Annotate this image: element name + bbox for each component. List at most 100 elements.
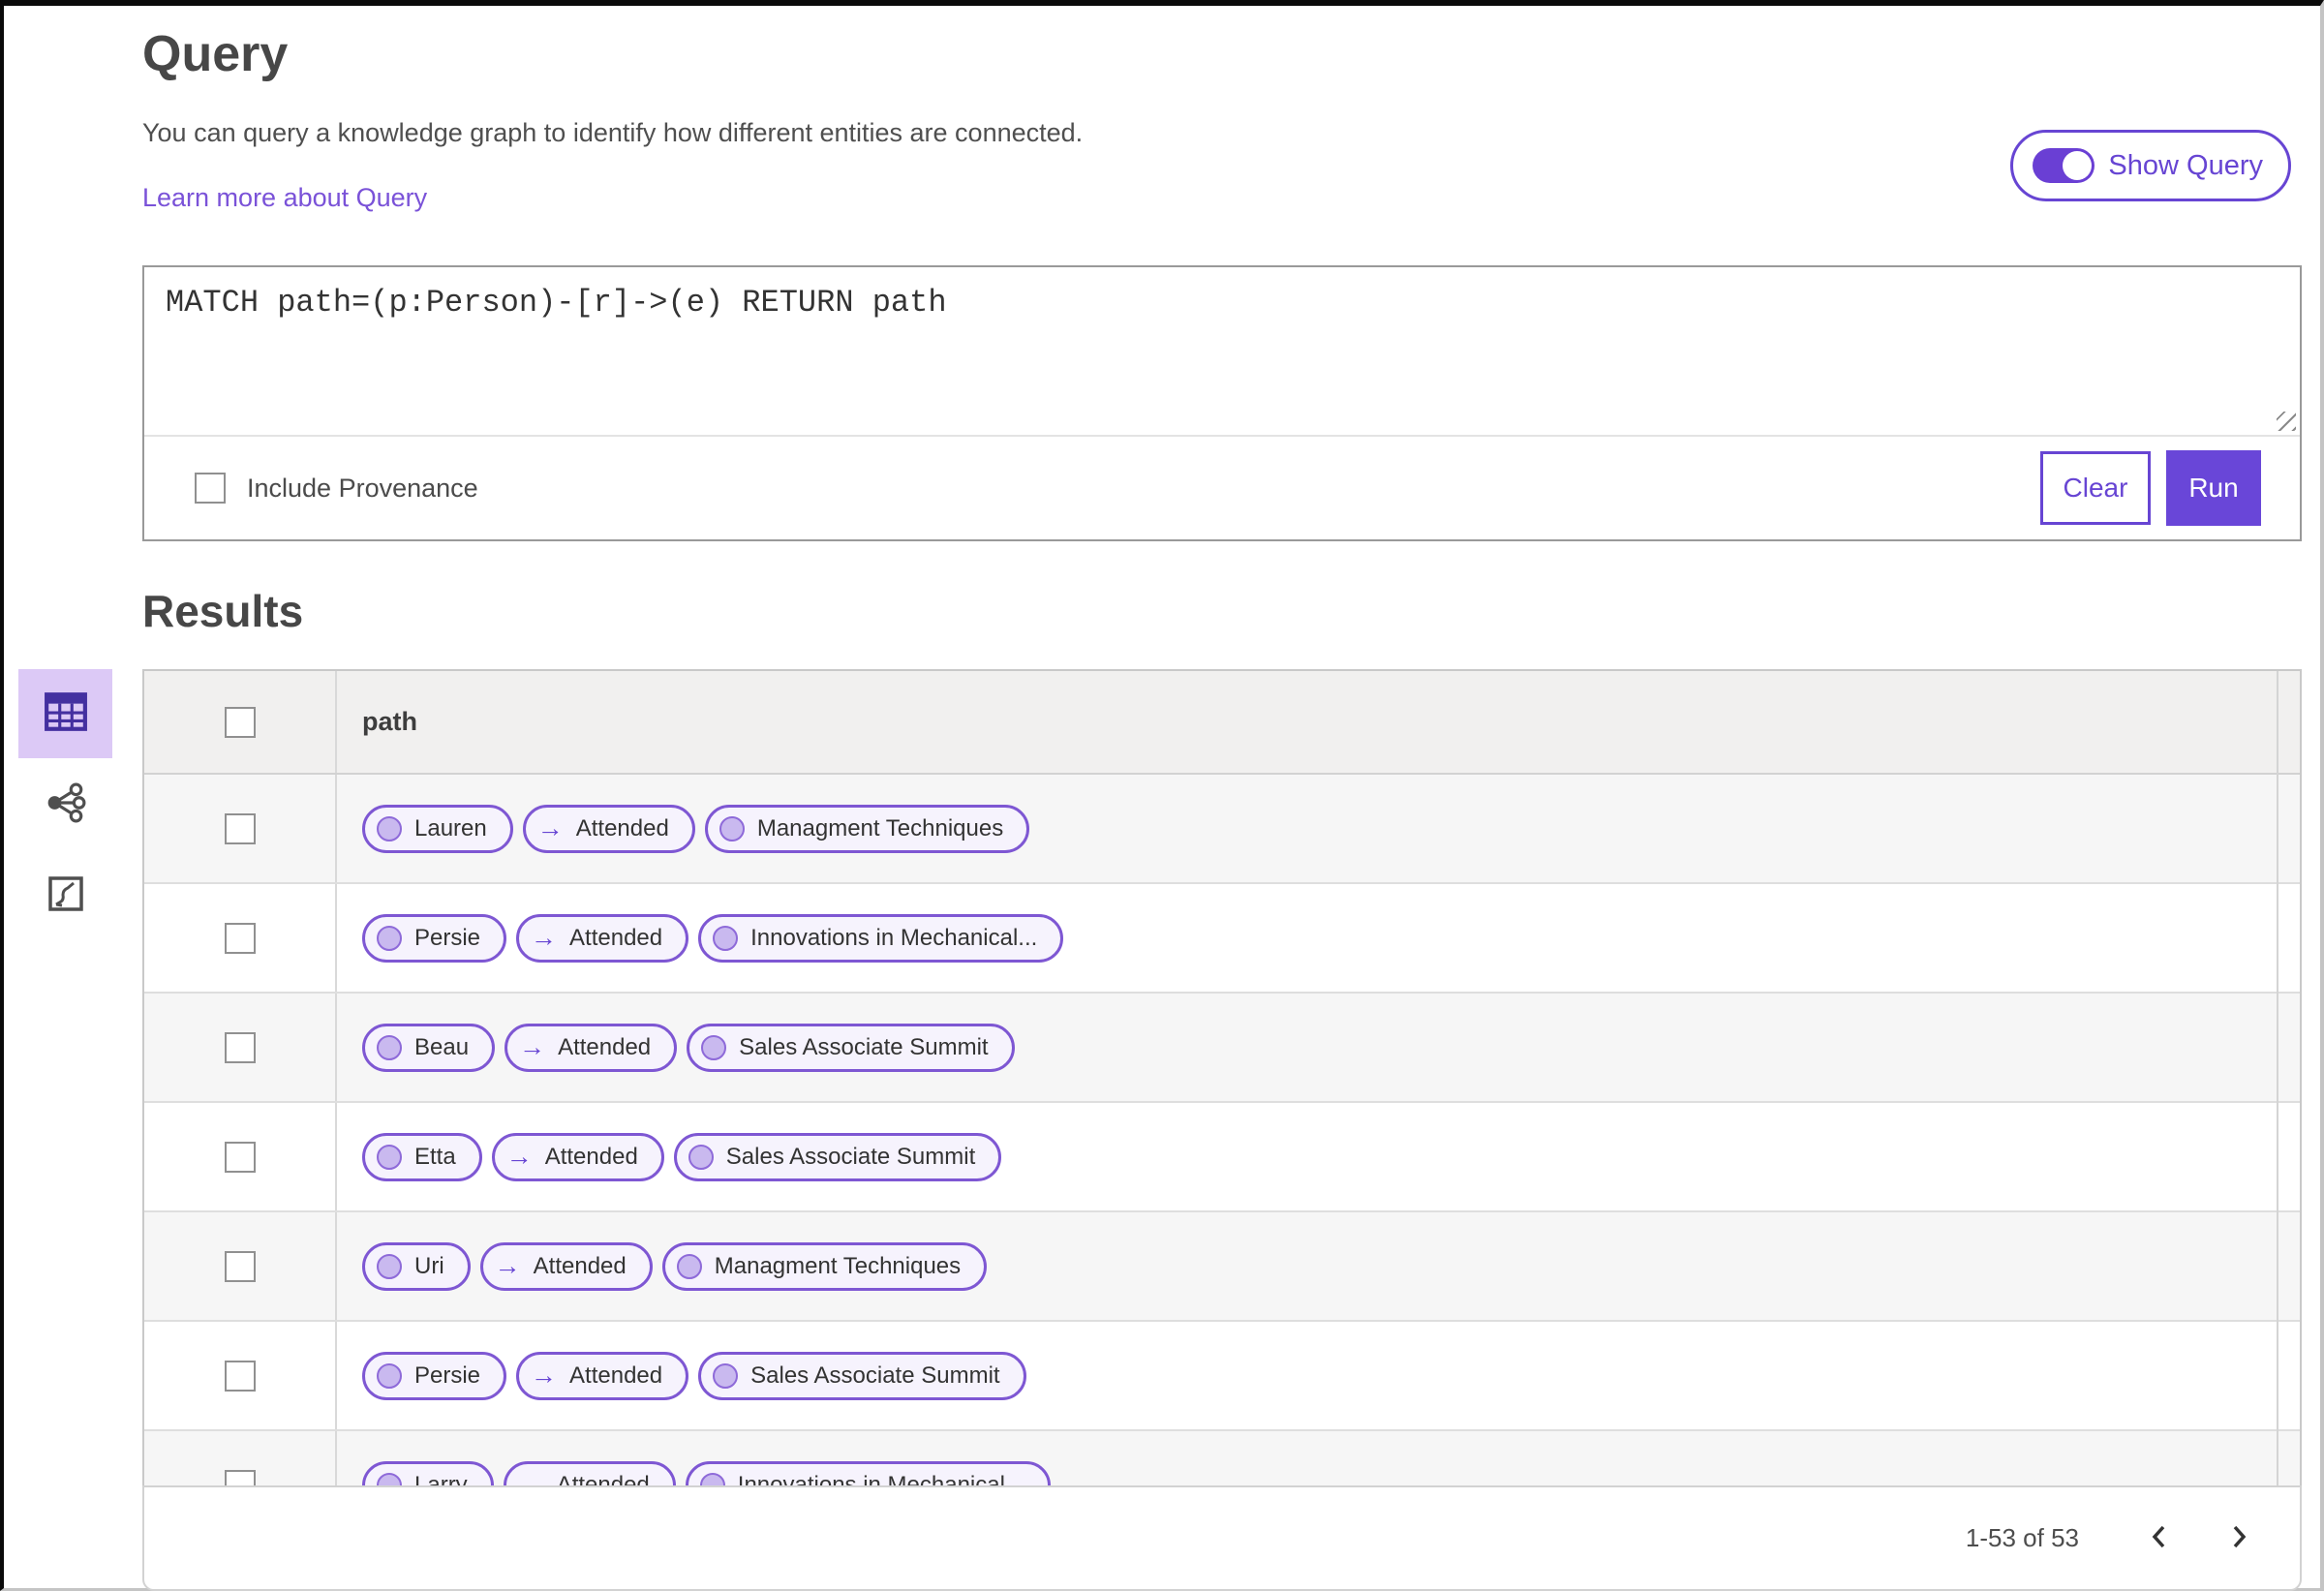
pill-label: Managment Techniques (714, 1252, 962, 1279)
node-circle-icon (699, 1472, 725, 1485)
show-query-toggle[interactable]: Show Query (2010, 130, 2291, 201)
edge-pill[interactable]: → Attended (479, 1241, 653, 1291)
table-view-icon (44, 691, 88, 737)
row-checkbox[interactable] (224, 922, 256, 954)
node-pill[interactable]: Persie (362, 913, 507, 963)
query-code-input[interactable]: MATCH path=(p:Person)-[r]->(e) RETURN pa… (144, 267, 2300, 437)
node-pill[interactable]: Etta (362, 1132, 482, 1181)
node-pill[interactable]: Sales Associate Summit (687, 1023, 1015, 1072)
edge-pill[interactable]: → Attended (505, 1023, 678, 1072)
pill-label: Attended (569, 924, 663, 951)
arrow-right-icon: → (536, 813, 564, 842)
row-checkbox[interactable] (224, 1469, 256, 1485)
query-section-title: Query (142, 26, 289, 82)
node-circle-icon (377, 815, 402, 841)
edge-pill[interactable]: → Attended (491, 1132, 664, 1181)
arrow-right-icon: → (531, 923, 558, 952)
graph-view-button[interactable] (18, 760, 112, 849)
node-circle-icon (676, 1253, 702, 1279)
node-pill[interactable]: Larry (362, 1460, 494, 1485)
arrow-right-icon: → (519, 1032, 546, 1061)
row-checkbox[interactable] (224, 1141, 256, 1173)
node-pill[interactable]: Sales Associate Summit (673, 1132, 1002, 1181)
results-section-title: Results (142, 586, 304, 636)
row-checkbox[interactable] (224, 812, 256, 844)
query-panel: MATCH path=(p:Person)-[r]->(e) RETURN pa… (142, 265, 2302, 541)
query-description: You can query a knowledge graph to ident… (142, 118, 1084, 147)
scrollbar-gutter (2277, 671, 2278, 1485)
edge-pill[interactable]: → Attended (522, 804, 695, 853)
row-checkbox[interactable] (224, 1250, 256, 1282)
node-circle-icon (377, 1362, 402, 1389)
graph-view-icon (46, 782, 86, 828)
previous-page-button[interactable] (2149, 1522, 2170, 1554)
include-provenance-checkbox[interactable] (195, 473, 226, 504)
chart-view-icon (46, 874, 85, 918)
toggle-knob (2063, 151, 2093, 180)
page-range-label: 1-53 of 53 (1965, 1523, 2079, 1552)
pill-label: Persie (414, 924, 481, 951)
arrow-right-icon: → (517, 1470, 544, 1486)
pill-label: Attended (575, 814, 669, 841)
node-pill[interactable]: Sales Associate Summit (698, 1351, 1026, 1400)
pill-label: Persie (414, 1362, 481, 1389)
node-circle-icon (377, 1472, 402, 1485)
query-toolbar: Include Provenance Clear Run (144, 437, 2300, 539)
node-pill[interactable]: Persie (362, 1351, 507, 1400)
table-row: Uri → Attended Managment Techniques (144, 1212, 2300, 1322)
arrow-right-icon: → (531, 1361, 558, 1390)
pill-label: Innovations in Mechanical... (737, 1471, 1024, 1486)
node-circle-icon (719, 815, 745, 841)
node-pill[interactable]: Managment Techniques (661, 1241, 988, 1291)
select-all-checkbox[interactable] (224, 706, 256, 738)
node-pill[interactable]: Managment Techniques (704, 804, 1030, 853)
node-pill[interactable]: Innovations in Mechanical... (698, 913, 1064, 963)
node-circle-icon (713, 1362, 739, 1389)
pill-label: Attended (558, 1033, 652, 1060)
row-checkbox[interactable] (224, 1360, 256, 1392)
arrow-right-icon: → (494, 1251, 521, 1280)
table-view-button[interactable] (18, 669, 112, 758)
node-circle-icon (713, 925, 739, 951)
node-pill[interactable]: Innovations in Mechanical... (685, 1460, 1051, 1486)
table-row: Persie → Attended Innovations in Mechanical… (144, 884, 2300, 994)
pill-label: Attended (533, 1252, 627, 1279)
run-button[interactable]: Run (2166, 450, 2261, 526)
pill-label: Attended (556, 1471, 650, 1486)
table-row: Larry → Attended Innovations in Mechanical.… (144, 1431, 2300, 1485)
chevron-left-icon (2149, 1522, 2170, 1554)
resize-grip-icon[interactable] (2277, 412, 2296, 431)
show-query-label: Show Query (2108, 149, 2263, 181)
edge-pill[interactable]: → Attended (516, 1351, 689, 1400)
table-row: Persie → Attended Sales Associate Summit (144, 1322, 2300, 1431)
results-table: path Lauren → Attended Managment Techniques… (142, 669, 2302, 1485)
chevron-right-icon (2228, 1522, 2249, 1554)
row-checkbox[interactable] (224, 1031, 256, 1063)
edge-pill[interactable]: → Attended (516, 913, 689, 963)
learn-more-link[interactable]: Learn more about Query (142, 183, 427, 213)
pill-label: Attended (544, 1143, 638, 1170)
toggle-on-icon[interactable] (2033, 148, 2095, 183)
node-circle-icon (377, 925, 402, 951)
pill-label: Beau (414, 1033, 470, 1060)
pill-label: Attended (569, 1362, 663, 1389)
node-pill[interactable]: Lauren (362, 804, 513, 853)
table-row: Beau → Attended Sales Associate Summit (144, 994, 2300, 1103)
node-circle-icon (701, 1034, 727, 1060)
pill-label: Sales Associate Summit (739, 1033, 989, 1060)
pill-label: Managment Techniques (756, 814, 1004, 841)
node-pill[interactable]: Beau (362, 1023, 496, 1072)
edge-pill[interactable]: → Attended (503, 1460, 676, 1486)
node-pill[interactable]: Uri (362, 1241, 471, 1291)
next-page-button[interactable] (2228, 1522, 2249, 1554)
node-circle-icon (688, 1144, 714, 1170)
node-circle-icon (377, 1253, 402, 1279)
pill-label: Lauren (414, 814, 487, 841)
clear-button[interactable]: Clear (2040, 451, 2151, 525)
node-circle-icon (377, 1144, 402, 1170)
chart-view-button[interactable] (18, 851, 112, 940)
pill-label: Innovations in Mechanical... (750, 924, 1038, 951)
results-view-rail (4, 669, 135, 940)
column-header-path: path (362, 707, 417, 736)
pill-label: Uri (414, 1252, 444, 1279)
